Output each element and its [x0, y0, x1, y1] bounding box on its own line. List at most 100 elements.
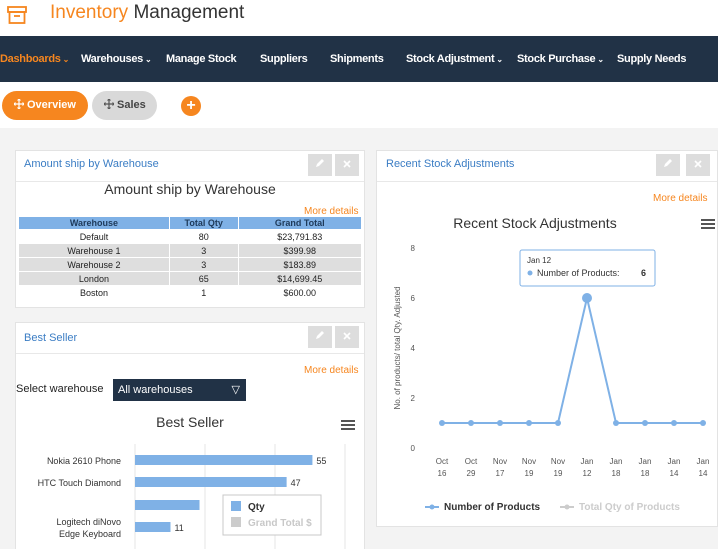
table-header-row: Warehouse Total Qty Grand Total [18, 216, 362, 230]
edit-button[interactable] [308, 154, 332, 176]
edit-button[interactable] [656, 154, 680, 176]
dashboard-tabs: Overview Sales [0, 82, 718, 128]
table-cell: Warehouse 1 [18, 243, 170, 258]
x-tick-label: Nov [522, 457, 536, 466]
close-icon [343, 160, 351, 168]
table-cell: 3 [168, 243, 239, 258]
archive-box-icon [7, 6, 27, 24]
tooltip-date: Jan 12 [527, 256, 552, 265]
x-tick-label: Nov [493, 457, 507, 466]
x-tick-label: Jan [697, 457, 710, 466]
y-tick-label: 2 [411, 394, 416, 403]
table-cell: $399.98 [237, 243, 362, 258]
legend-marker [429, 504, 435, 510]
nav-stock-purchase[interactable]: Stock Purchase ⌄ [517, 36, 604, 82]
legend-swatch [231, 517, 241, 527]
data-label: 55 [316, 456, 326, 466]
x-tick-label: 14 [699, 469, 708, 478]
close-button[interactable] [335, 154, 359, 176]
divider [16, 353, 364, 354]
pencil-icon [316, 331, 324, 339]
more-details-link[interactable]: More details [653, 193, 707, 204]
recent-adjustments-chart: Recent Stock Adjustments 0 2 4 6 8 No. of prod… [393, 215, 710, 513]
x-tick-label: 19 [554, 469, 563, 478]
table-cell: $23,791.83 [237, 229, 362, 244]
x-tick-label: Jan [610, 457, 623, 466]
table-cell: 3 [168, 257, 239, 272]
table-cell: $14,699.45 [237, 271, 362, 286]
panel-title: Recent Stock Adjustments [386, 158, 515, 170]
panel-title: Amount ship by Warehouse [24, 158, 159, 170]
x-tick-label: 14 [670, 469, 679, 478]
column-header: Warehouse [18, 216, 170, 230]
nav-supply-needs[interactable]: Supply Needs [617, 36, 686, 82]
add-dashboard-button[interactable]: + [181, 96, 201, 116]
close-button[interactable] [335, 326, 359, 348]
category-label: Logitech diNovo [56, 517, 121, 527]
data-label: 47 [291, 478, 301, 488]
panel-title: Best Seller [24, 332, 78, 344]
table-cell: London [18, 271, 170, 286]
data-label: 11 [174, 523, 183, 533]
more-details-link[interactable]: More details [304, 365, 358, 376]
nav-warehouses[interactable]: Warehouses ⌄ [81, 36, 152, 82]
data-point [555, 420, 561, 426]
chart-title: Recent Stock Adjustments [453, 215, 616, 231]
data-point [439, 420, 445, 426]
y-tick-label: 8 [411, 244, 416, 253]
nav-suppliers[interactable]: Suppliers [260, 36, 308, 82]
tooltip-marker [527, 270, 533, 276]
table-cell: $183.89 [237, 257, 362, 272]
x-tick-label: 18 [612, 469, 621, 478]
app-title: Inventory Management [50, 2, 245, 23]
close-button[interactable] [686, 154, 710, 176]
chevron-down-icon: ▽ [231, 384, 240, 396]
table-cell: 1 [168, 285, 239, 300]
y-axis-label: No. of products/ total Qty. Adjusted [393, 286, 402, 409]
pencil-icon [664, 159, 672, 167]
table-cell: Warehouse 2 [18, 257, 170, 272]
x-tick-label: 18 [641, 469, 650, 478]
x-tick-label: Jan [581, 457, 594, 466]
bar [135, 477, 287, 487]
select-warehouse-label: Select warehouse [16, 383, 104, 395]
y-tick-label: 6 [411, 294, 416, 303]
tab-overview[interactable]: Overview [2, 91, 88, 120]
nav-stock-adjustment[interactable]: Stock Adjustment ⌄ [406, 36, 503, 82]
nav-manage-stock[interactable]: Manage Stock [166, 36, 237, 82]
category-label: HTC Touch Diamond [38, 478, 121, 488]
category-label: Edge Keyboard [59, 529, 121, 539]
table-cell: Boston [18, 285, 170, 300]
table-row: Warehouse 2 3 $183.89 [18, 257, 362, 272]
nav-dashboards[interactable]: Dashboards ⌄ [0, 36, 69, 82]
data-point [526, 420, 532, 426]
warehouse-table: Warehouse Total Qty Grand Total Default 8… [18, 216, 362, 300]
series-line [442, 297, 703, 424]
table-row: Warehouse 1 3 $399.98 [18, 243, 362, 258]
nav-shipments[interactable]: Shipments [330, 36, 384, 82]
main-navbar: Dashboards ⌄ Warehouses ⌄ Manage Stock Sup… [0, 36, 718, 82]
close-icon [694, 160, 702, 168]
panel-amount-ship: Amount ship by Warehouse Amount ship by … [15, 150, 365, 308]
app-header: Inventory Management [0, 0, 718, 36]
bar [135, 522, 171, 532]
data-point [468, 420, 474, 426]
table-cell: 80 [168, 229, 239, 244]
data-point [497, 420, 503, 426]
warehouse-select[interactable]: All warehouses ▽ [113, 379, 246, 401]
x-tick-label: Jan [639, 457, 652, 466]
x-tick-label: 17 [496, 469, 505, 478]
legend-label: Number of Products [444, 502, 541, 513]
legend-label: Total Qty of Products [579, 502, 680, 513]
y-tick-label: 0 [411, 444, 416, 453]
column-header: Grand Total [237, 216, 362, 230]
table-heading: Amount ship by Warehouse [104, 181, 276, 197]
data-point [582, 293, 592, 303]
legend-label: Qty [248, 502, 265, 513]
close-icon [343, 332, 351, 340]
data-point [700, 420, 706, 426]
edit-button[interactable] [308, 326, 332, 348]
tab-sales[interactable]: Sales [92, 91, 157, 120]
divider [377, 181, 717, 182]
move-icon [13, 98, 25, 110]
